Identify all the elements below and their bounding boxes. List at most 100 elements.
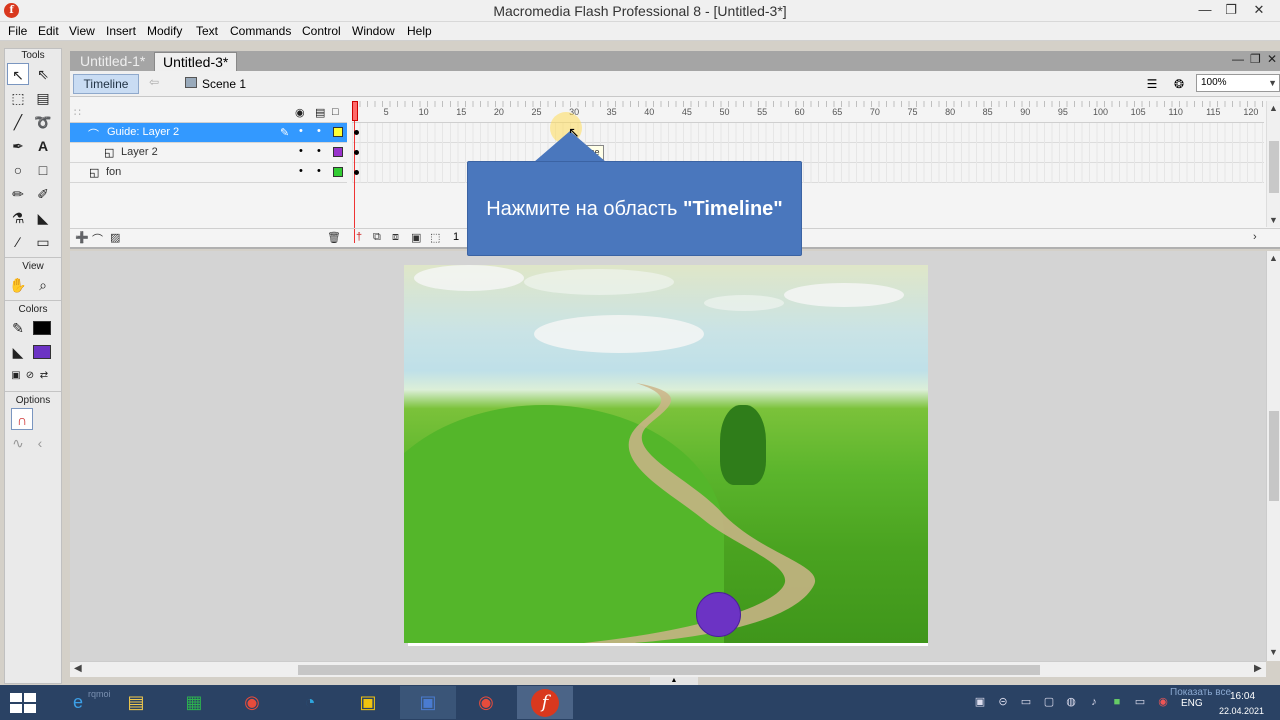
scroll-up-icon[interactable]: ▲ <box>1269 253 1278 263</box>
tray-display-icon[interactable]: ▭ <box>1133 695 1147 709</box>
center-frame-icon[interactable]: † <box>356 231 362 243</box>
lock-dot[interactable]: • <box>317 165 321 177</box>
close-button[interactable]: ✕ <box>1246 0 1272 22</box>
tray-network-icon[interactable]: ◍ <box>1064 695 1078 709</box>
flash-taskbar-icon[interactable]: f <box>517 686 573 719</box>
tray-green-icon[interactable]: ■ <box>1110 695 1124 709</box>
stage-area[interactable] <box>70 251 1266 661</box>
zoom-tool-icon[interactable]: ⌕ <box>32 274 54 296</box>
windows-start-icon[interactable] <box>10 693 36 713</box>
scroll-down-icon[interactable]: ▼ <box>1269 215 1278 225</box>
edge-icon[interactable]: ◔ <box>282 686 338 719</box>
subselection-tool-icon[interactable]: ⇖ <box>32 63 54 85</box>
stage[interactable] <box>404 265 928 643</box>
eraser-tool-icon[interactable]: ▭ <box>32 231 54 253</box>
lasso-tool-icon[interactable]: ➰ <box>32 111 54 133</box>
menu-control[interactable]: Control <box>302 24 341 38</box>
doc-minimize-button[interactable]: — <box>1232 52 1244 66</box>
volume-icon[interactable]: ♪ <box>1087 695 1101 709</box>
chrome-profile-icon[interactable]: ◉ <box>458 686 514 719</box>
menu-file[interactable]: File <box>8 24 27 38</box>
text-tool-icon[interactable]: A <box>32 135 54 157</box>
smooth-icon[interactable]: ∿ <box>7 432 29 454</box>
pen-tool-icon[interactable]: ✒ <box>7 135 29 157</box>
scene-label[interactable]: Scene 1 <box>202 77 246 91</box>
free-transform-tool-icon[interactable]: ⬚ <box>7 87 29 109</box>
tab-untitled-3[interactable]: Untitled-3* <box>154 52 238 71</box>
scroll-left-icon[interactable]: ◀ <box>74 663 82 674</box>
file-explorer-icon[interactable]: ▤ <box>108 686 164 719</box>
add-motion-guide-icon[interactable]: ⌒ <box>92 231 103 247</box>
zoom-select[interactable]: 100% ▼ <box>1196 74 1280 92</box>
python-icon[interactable]: ▣ <box>340 686 396 719</box>
line-tool-icon[interactable]: ╱ <box>7 111 29 133</box>
tray-monitor-icon[interactable]: ▭ <box>1019 695 1033 709</box>
back-arrow-icon[interactable]: ⇦ <box>149 75 159 89</box>
stage-vertical-scrollbar[interactable]: ▲ ▼ <box>1266 251 1280 661</box>
swap-colors-icon[interactable]: ⇄ <box>33 365 55 387</box>
outline-color-box[interactable] <box>333 167 343 177</box>
scroll-down-icon[interactable]: ▼ <box>1269 647 1278 657</box>
rectangle-tool-icon[interactable]: □ <box>32 159 54 181</box>
menu-help[interactable]: Help <box>407 24 432 38</box>
timeline-toggle-button[interactable]: Timeline <box>73 74 139 94</box>
store-icon[interactable]: ▦ <box>166 686 222 719</box>
scroll-right-icon[interactable]: › <box>1253 231 1257 243</box>
clock-time[interactable]: 16:04 <box>1230 691 1255 702</box>
show-desktop-label[interactable]: Показать все <box>1170 687 1231 698</box>
stroke-color-swatch[interactable] <box>33 321 51 335</box>
insert-layer-icon[interactable]: ➕ <box>75 231 89 244</box>
visibility-dot[interactable]: • <box>299 145 303 157</box>
save-app-icon[interactable]: ▣ <box>400 686 456 719</box>
keyframe-guide[interactable] <box>354 130 359 135</box>
lock-dot[interactable]: • <box>317 125 321 137</box>
tray-minus-icon[interactable]: ⊝ <box>996 695 1010 709</box>
menu-edit[interactable]: Edit <box>38 24 59 38</box>
visibility-dot[interactable]: • <box>299 165 303 177</box>
hand-tool-icon[interactable]: ✋ <box>7 274 29 296</box>
onion-skin-icon[interactable]: ⧉ <box>373 231 381 244</box>
visibility-dot[interactable]: • <box>299 125 303 137</box>
restore-button[interactable]: ❐ <box>1218 0 1244 22</box>
paint-bucket-tool-icon[interactable]: ◣ <box>32 207 54 229</box>
tab-untitled-1[interactable]: Untitled-1* <box>72 52 153 71</box>
clock-date[interactable]: 22.04.2021 <box>1219 706 1264 716</box>
frame-ruler[interactable]: 5 10 15 20 25 30 35 40 45 50 55 60 65 70 75 80 85 90 95 100… <box>352 101 1264 123</box>
ink-bottle-tool-icon[interactable]: ⚗ <box>7 207 29 229</box>
keyframe-fon[interactable] <box>354 170 359 175</box>
tray-record-icon[interactable]: ◉ <box>1156 695 1170 709</box>
edit-multiple-frames-icon[interactable]: ▣ <box>411 231 421 244</box>
motion-circle[interactable] <box>696 592 741 637</box>
pencil-tool-icon[interactable]: ✏ <box>7 183 29 205</box>
layer-row-layer-2[interactable]: ◱ Layer 2 • • <box>70 143 347 163</box>
modify-markers-icon[interactable]: ⬚ <box>430 231 440 244</box>
tray-screen-icon[interactable]: ▢ <box>1042 695 1056 709</box>
timeline-vertical-scrollbar[interactable]: ▲ ▼ <box>1266 101 1280 227</box>
edit-scene-icon[interactable]: ☰ <box>1143 75 1161 93</box>
panel-collapse-handle[interactable]: ▲ <box>650 677 698 685</box>
insert-folder-icon[interactable]: ▨ <box>110 231 120 244</box>
delete-layer-icon[interactable]: 🗑 <box>327 231 341 244</box>
menu-commands[interactable]: Commands <box>230 24 291 38</box>
brush-tool-icon[interactable]: ✐ <box>32 183 54 205</box>
doc-restore-button[interactable]: ❐ <box>1250 52 1261 66</box>
menu-modify[interactable]: Modify <box>147 24 182 38</box>
outline-color-box[interactable] <box>333 147 343 157</box>
lock-dot[interactable]: • <box>317 145 321 157</box>
menu-insert[interactable]: Insert <box>106 24 136 38</box>
oval-tool-icon[interactable]: ○ <box>7 159 29 181</box>
outline-color-box[interactable] <box>333 127 343 137</box>
keyframe-layer-2[interactable] <box>354 150 359 155</box>
outline-all-icon[interactable]: □ <box>332 106 339 118</box>
eyedropper-tool-icon[interactable]: ∕ <box>7 231 29 253</box>
stage-horizontal-scrollbar[interactable]: ◀ ▶ <box>70 661 1266 677</box>
show-hide-all-icon[interactable]: ◉ <box>295 106 305 119</box>
menu-text[interactable]: Text <box>196 24 218 38</box>
scroll-right-icon[interactable]: ▶ <box>1254 663 1262 674</box>
lock-all-icon[interactable]: ▤ <box>315 106 325 119</box>
doc-close-button[interactable]: ✕ <box>1267 52 1277 66</box>
layer-row-fon[interactable]: ◱ fon • • <box>70 163 347 183</box>
scroll-up-icon[interactable]: ▲ <box>1269 103 1278 113</box>
minimize-button[interactable]: — <box>1192 0 1218 22</box>
snap-to-objects-icon[interactable]: ∩ <box>11 408 33 430</box>
